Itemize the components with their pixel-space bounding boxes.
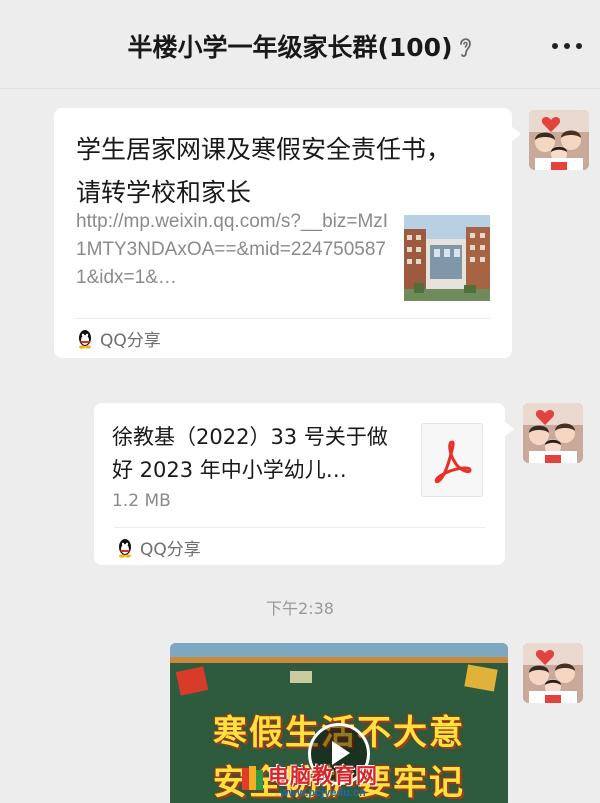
file-size: 1.2 MB	[112, 491, 171, 511]
link-card[interactable]: 学生居家网课及寒假安全责任书，请转学校和家长 http://mp.weixin.…	[54, 108, 521, 358]
avatar-image	[529, 110, 589, 170]
link-card-thumbnail	[404, 215, 490, 301]
chat-header: 半楼小学一年级家长群(100)	[0, 0, 600, 89]
link-card-title: 学生居家网课及寒假安全责任书，请转学校和家长	[76, 135, 452, 207]
avatar[interactable]	[523, 643, 583, 703]
avatar[interactable]	[523, 403, 583, 463]
watermark-logo	[242, 766, 263, 790]
link-card-source: QQ分享	[76, 326, 161, 351]
watermark-text: 电脑教育网	[268, 764, 378, 788]
avatar-image	[523, 403, 583, 463]
watermark-url: www.pcjyedu.cn	[280, 787, 366, 799]
chat-title[interactable]: 半楼小学一年级家长群(100)	[0, 28, 600, 64]
avatar[interactable]	[529, 110, 589, 170]
card-divider	[74, 318, 492, 319]
avatar-image	[523, 643, 583, 703]
source-label: QQ分享	[100, 331, 161, 351]
file-card[interactable]: 徐教基（2022）33 号关于做好 2023 年中小学幼儿… 1.2 MB QQ…	[94, 403, 514, 565]
pdf-icon	[421, 423, 483, 497]
qq-penguin-icon	[119, 538, 131, 558]
watermark: 电脑教育网 www.pcjyedu.cn	[240, 760, 390, 800]
more-options-icon[interactable]	[550, 43, 584, 51]
earpiece-mode-icon	[460, 38, 471, 57]
source-label: QQ分享	[140, 540, 201, 560]
file-card-source: QQ分享	[116, 535, 201, 560]
file-name: 徐教基（2022）33 号关于做好 2023 年中小学幼儿…	[112, 425, 388, 482]
qq-penguin-icon	[79, 329, 91, 349]
card-divider	[114, 527, 485, 528]
link-card-url: http://mp.weixin.qq.com/s?__biz=MzI1MTY3…	[76, 211, 389, 288]
message-timestamp: 下午2:38	[266, 599, 334, 618]
